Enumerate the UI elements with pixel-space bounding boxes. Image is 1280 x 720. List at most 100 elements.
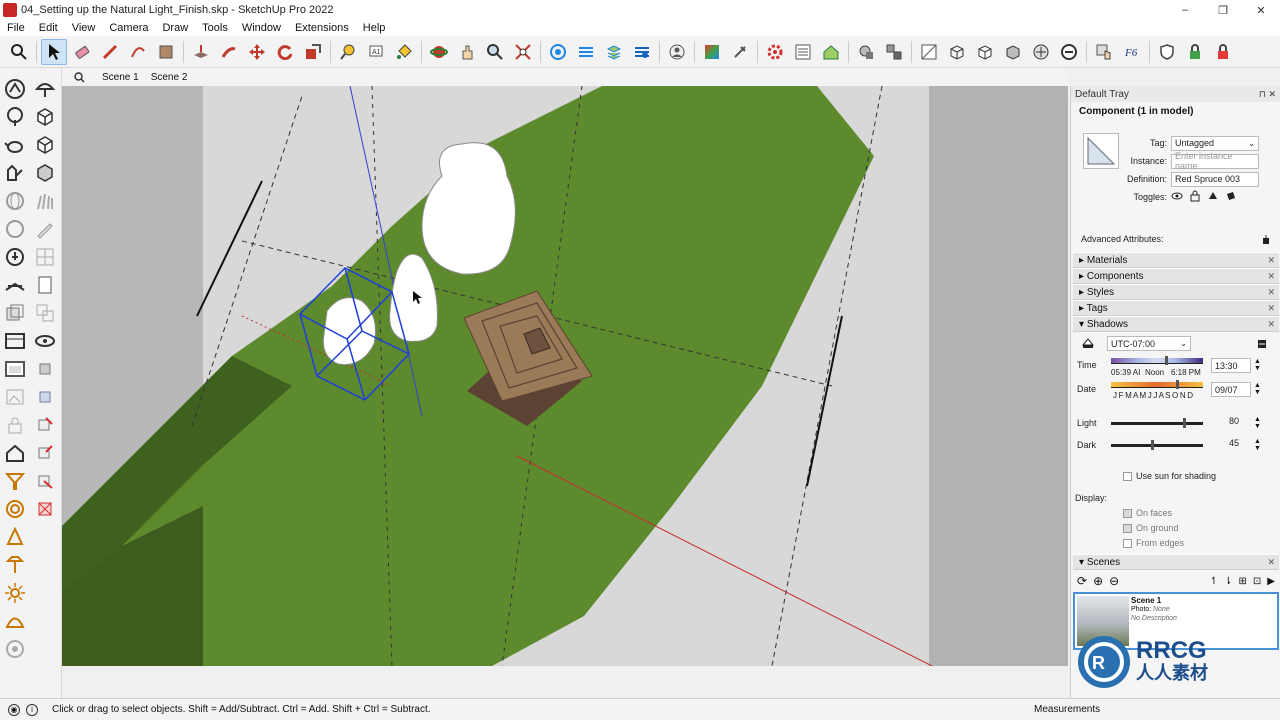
lock-green-icon[interactable] bbox=[1182, 39, 1208, 65]
cube-icon[interactable] bbox=[31, 132, 59, 158]
light-spinner-icon[interactable]: ▲ ▼ bbox=[1254, 416, 1261, 430]
explode-icon[interactable] bbox=[31, 496, 59, 522]
from-edges-checkbox[interactable]: From edges bbox=[1123, 538, 1184, 549]
ring-icon[interactable] bbox=[1, 496, 29, 522]
follow-me-icon[interactable] bbox=[216, 39, 242, 65]
time-spinner-icon[interactable]: ▲ ▼ bbox=[1254, 358, 1261, 372]
group-icon[interactable] bbox=[853, 39, 879, 65]
shield-icon[interactable] bbox=[1154, 39, 1180, 65]
dark-spinner-icon[interactable]: ▲ ▼ bbox=[1254, 438, 1261, 452]
menu-draw[interactable]: Draw bbox=[155, 22, 195, 34]
gear-red-icon[interactable] bbox=[762, 39, 788, 65]
shadow-details-icon[interactable] bbox=[1257, 338, 1267, 352]
grass-icon[interactable] bbox=[31, 188, 59, 214]
panel-styles[interactable]: ▸ Styles ✕ bbox=[1073, 284, 1279, 300]
arc-icon[interactable] bbox=[125, 39, 151, 65]
light-slider-track[interactable] bbox=[1111, 422, 1203, 425]
rectangle-icon[interactable] bbox=[153, 39, 179, 65]
panel-icon[interactable] bbox=[1, 328, 29, 354]
panel-close-icon[interactable]: ✕ bbox=[1267, 319, 1275, 330]
panel-close-icon[interactable]: ✕ bbox=[1267, 557, 1275, 568]
component-icon[interactable] bbox=[881, 39, 907, 65]
eraser-icon[interactable] bbox=[69, 39, 95, 65]
zoom-icon[interactable] bbox=[482, 39, 508, 65]
redo-red-icon[interactable] bbox=[31, 440, 59, 466]
panel-close-icon[interactable]: ✕ bbox=[1267, 271, 1275, 282]
tag-select[interactable]: Untagged ⌄ bbox=[1171, 135, 1259, 151]
undo-red-icon[interactable] bbox=[31, 412, 59, 438]
monochrome-icon[interactable] bbox=[1056, 39, 1082, 65]
tape-measure-icon[interactable] bbox=[335, 39, 361, 65]
tab-scene-1[interactable]: Scene 1 bbox=[96, 72, 145, 83]
settings-circle-icon[interactable] bbox=[1, 636, 29, 662]
cube-front-icon[interactable] bbox=[31, 160, 59, 186]
instance-input[interactable]: Enter instance name bbox=[1171, 151, 1259, 171]
box-hidden-line-icon[interactable] bbox=[972, 39, 998, 65]
time-slider-track[interactable] bbox=[1111, 363, 1203, 364]
info-icon[interactable]: i bbox=[26, 703, 38, 716]
funnel-icon[interactable] bbox=[1, 468, 29, 494]
warehouse-icon[interactable] bbox=[545, 39, 571, 65]
hands-icon[interactable] bbox=[1, 160, 29, 186]
menu-tools[interactable]: Tools bbox=[195, 22, 235, 34]
paint-bucket-icon[interactable] bbox=[391, 39, 417, 65]
orbit-icon[interactable] bbox=[426, 39, 452, 65]
date-slider-thumb[interactable] bbox=[1176, 380, 1179, 389]
dark-slider-thumb[interactable] bbox=[1151, 440, 1154, 450]
tray-pin-close[interactable]: ⊓ ✕ bbox=[1259, 89, 1276, 100]
window-icon[interactable] bbox=[1, 356, 29, 382]
small-box-blue-icon[interactable] bbox=[31, 384, 59, 410]
profile-icon[interactable] bbox=[664, 39, 690, 65]
pin-icon[interactable] bbox=[727, 39, 753, 65]
panel-scenes[interactable]: ▾ Scenes ✕ bbox=[1073, 554, 1279, 570]
search-icon[interactable] bbox=[6, 39, 32, 65]
utc-select[interactable]: UTC-07:00 ⌄ bbox=[1107, 336, 1191, 351]
eye-toggle-icon[interactable] bbox=[1171, 190, 1183, 204]
section-plane-icon[interactable] bbox=[916, 39, 942, 65]
geo-location-icon[interactable]: ◉ bbox=[8, 703, 20, 716]
panel-tags[interactable]: ▸ Tags ✕ bbox=[1073, 300, 1279, 316]
panel-components[interactable]: ▸ Components ✕ bbox=[1073, 268, 1279, 284]
page-icon[interactable] bbox=[31, 272, 59, 298]
extension-warehouse-icon[interactable] bbox=[573, 39, 599, 65]
definition-input[interactable]: Red Spruce 003 bbox=[1171, 171, 1259, 187]
lamp-icon[interactable] bbox=[1, 552, 29, 578]
date-input[interactable]: 09/07 bbox=[1211, 382, 1251, 397]
extension-manager-icon[interactable] bbox=[629, 39, 655, 65]
advanced-attributes-icon[interactable] bbox=[1261, 234, 1271, 248]
box-shaded-icon[interactable] bbox=[1000, 39, 1026, 65]
minimize-button[interactable]: – bbox=[1166, 0, 1204, 20]
time-input[interactable]: 13:30 bbox=[1211, 358, 1251, 373]
menu-extensions[interactable]: Extensions bbox=[288, 22, 356, 34]
menu-camera[interactable]: Camera bbox=[102, 22, 155, 34]
receive-shadow-toggle-icon[interactable] bbox=[1225, 190, 1237, 204]
menu-file[interactable]: File bbox=[0, 22, 32, 34]
model-viewport[interactable] bbox=[62, 86, 1068, 666]
panel-close-icon[interactable]: ✕ bbox=[1267, 303, 1275, 314]
pencil-icon[interactable] bbox=[31, 216, 59, 242]
on-ground-checkbox[interactable]: On ground bbox=[1123, 523, 1179, 534]
select-hand-icon[interactable] bbox=[1091, 39, 1117, 65]
time-slider-thumb[interactable] bbox=[1165, 356, 1168, 365]
date-spinner-icon[interactable]: ▲ ▼ bbox=[1254, 382, 1261, 396]
small-box-icon[interactable] bbox=[31, 356, 59, 382]
scene-details-icon[interactable]: ⊡ bbox=[1253, 576, 1261, 587]
play-icon[interactable]: ▶ bbox=[1267, 576, 1275, 587]
layers-icon[interactable] bbox=[1, 300, 29, 326]
panel-shadows[interactable]: ▾ Shadows ✕ bbox=[1073, 316, 1279, 332]
dark-slider-track[interactable] bbox=[1111, 444, 1203, 447]
umbrella-icon[interactable] bbox=[31, 76, 59, 102]
shadow-toggle-icon[interactable] bbox=[1081, 337, 1095, 352]
lock-red-icon[interactable] bbox=[1210, 39, 1236, 65]
panel-materials[interactable]: ▸ Materials ✕ bbox=[1073, 252, 1279, 268]
menu-view[interactable]: View bbox=[65, 22, 103, 34]
add-scene-icon[interactable]: ⊕ bbox=[1093, 574, 1103, 588]
menu-help[interactable]: Help bbox=[356, 22, 393, 34]
lock-toggle-icon[interactable] bbox=[1189, 190, 1201, 204]
sphere-icon[interactable] bbox=[1, 216, 29, 242]
menu-window[interactable]: Window bbox=[235, 22, 288, 34]
globe-icon[interactable] bbox=[1, 188, 29, 214]
light-slider-thumb[interactable] bbox=[1183, 418, 1186, 428]
panel-close-icon[interactable]: ✕ bbox=[1267, 255, 1275, 266]
arrow-red-icon[interactable] bbox=[31, 468, 59, 494]
